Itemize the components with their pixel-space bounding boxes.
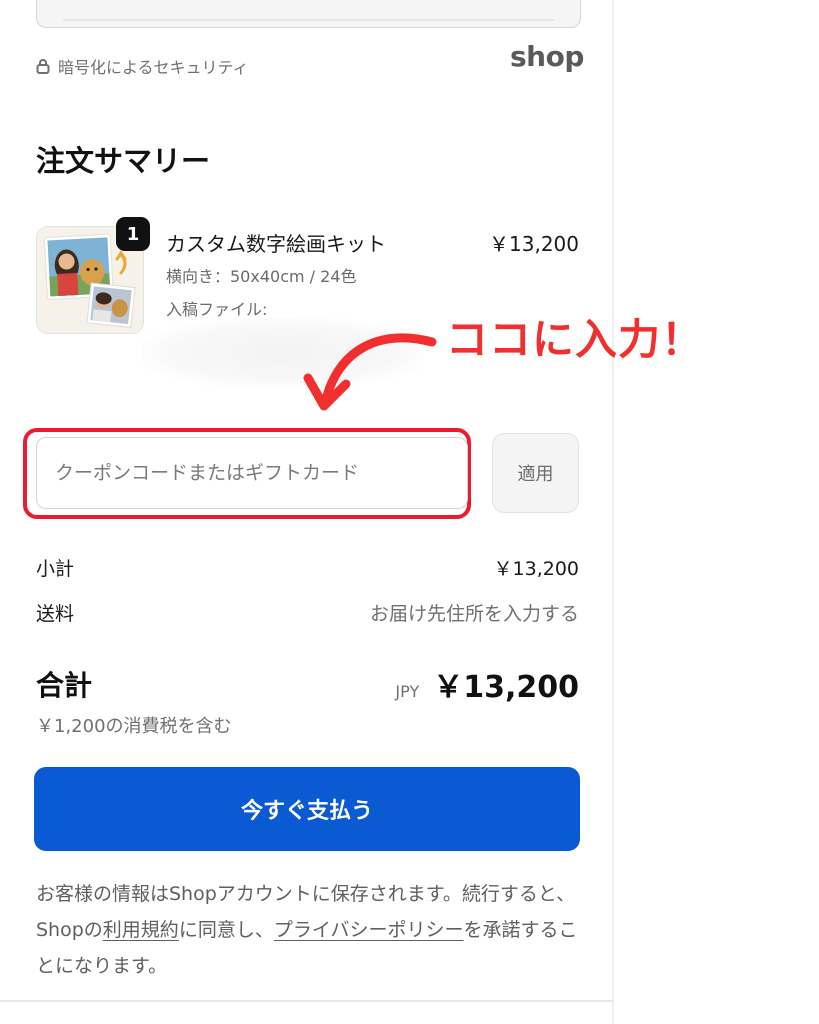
order-summary-title: 注文サマリー	[36, 144, 211, 178]
total-label: 合計	[36, 669, 93, 702]
shipping-label: 送料	[36, 603, 75, 625]
previous-field[interactable]	[36, 0, 581, 28]
annotation-text: ココに入力！	[446, 315, 705, 364]
privacy-policy-link[interactable]: プライバシーポリシー	[274, 919, 464, 941]
bottom-divider	[0, 1000, 614, 1002]
legal-text-2: に同意し、	[178, 919, 274, 941]
subtotal-value: ￥13,200	[493, 558, 579, 580]
product-file-label: 入稿ファイル:	[166, 300, 268, 319]
security-text: 暗号化によるセキュリティ	[58, 58, 249, 77]
terms-link[interactable]: 利用規約	[103, 919, 179, 941]
apply-button[interactable]: 適用	[492, 433, 579, 513]
security-notice: 暗号化によるセキュリティ	[36, 54, 249, 78]
total-amount-group: JPY ￥13,200	[395, 662, 579, 706]
coupon-input[interactable]	[36, 437, 468, 509]
product-variant: 横向き：50x40cm / 24色	[166, 267, 357, 286]
product-price: ￥13,200	[489, 232, 579, 256]
total-amount: ￥13,200	[433, 670, 579, 705]
currency-code: JPY	[395, 682, 420, 701]
legal-notice: お客様の情報はShopアカウントに保存されます。続行すると、Shopの利用規約に…	[36, 876, 581, 984]
shipping-value: お届け先住所を入力する	[369, 603, 579, 625]
subtotal-label: 小計	[36, 558, 75, 580]
lock-icon	[36, 59, 50, 74]
product-name: カスタム数字絵画キット	[166, 232, 386, 256]
quantity-badge: 1	[116, 217, 150, 251]
curved-arrow-icon	[303, 333, 437, 411]
panel-divider	[612, 0, 614, 1024]
shop-logo: shop	[510, 40, 584, 73]
tax-note: ￥1,200の消費税を含む	[36, 716, 232, 737]
pay-now-button[interactable]: 今すぐ支払う	[34, 767, 580, 851]
